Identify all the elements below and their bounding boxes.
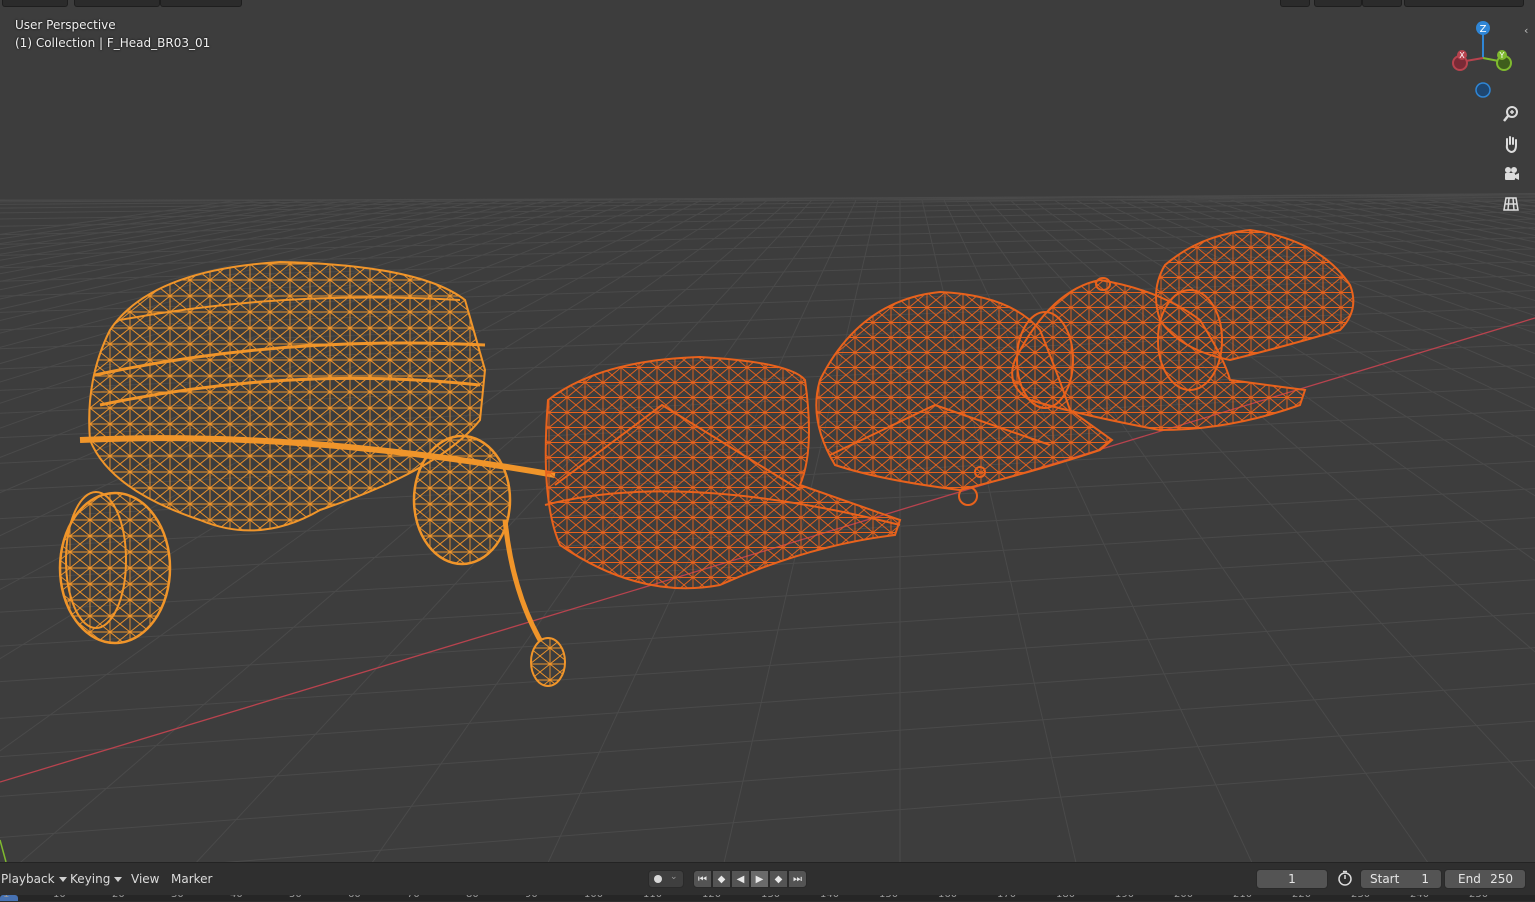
navigation-gizmo[interactable]: Z X Y: [1446, 18, 1522, 102]
play-icon[interactable]: ▶: [750, 870, 769, 888]
ruler-tick: 170: [997, 895, 1016, 900]
ruler-tick: 230: [1351, 895, 1370, 900]
next-keyframe-icon[interactable]: ◆: [769, 870, 788, 888]
hand-pan-icon[interactable]: [1499, 132, 1523, 156]
headset-helmet-wireframe[interactable]: [58, 260, 566, 687]
xray-toggle[interactable]: [1362, 0, 1402, 7]
svg-text:Z: Z: [1480, 24, 1487, 35]
ruler-tick: 160: [938, 895, 957, 900]
play-reverse-icon[interactable]: ◀: [731, 870, 750, 888]
keying-menu[interactable]: Keying: [70, 870, 124, 888]
view-name-label: User Perspective: [15, 18, 116, 32]
ruler-tick: 30: [171, 895, 184, 900]
prev-keyframe-icon[interactable]: ◆: [712, 870, 731, 888]
svg-text:X: X: [1459, 51, 1465, 60]
ruler-tick: 190: [1115, 895, 1134, 900]
shading-dropdown[interactable]: [1280, 0, 1310, 7]
view-menu-tab[interactable]: [74, 0, 160, 7]
ruler-tick: 150: [879, 895, 898, 900]
ruler-tick: 20: [112, 895, 125, 900]
ruler-tick: 70: [407, 895, 420, 900]
timeline-ruler[interactable]: 1102030405060708090100110120130140150160…: [0, 895, 1535, 901]
ruler-tick: 140: [820, 895, 839, 900]
jump-end-icon[interactable]: ⏭: [788, 870, 807, 888]
neg-z-handle: [1475, 82, 1491, 98]
ruler-tick: 220: [1292, 895, 1311, 900]
ruler-tick: 50: [289, 895, 302, 900]
ruler-tick: 1: [3, 895, 9, 900]
end-value: 250: [1490, 872, 1513, 886]
current-frame-field[interactable]: 1: [1256, 869, 1328, 889]
marker-menu[interactable]: Marker: [171, 870, 212, 888]
jump-start-icon[interactable]: ⏮: [693, 870, 712, 888]
3d-viewport[interactable]: User Perspective (1) Collection | F_Head…: [0, 0, 1535, 862]
start-label: Start: [1370, 872, 1400, 886]
auto-keying-toggle[interactable]: ⌄: [648, 870, 684, 888]
ruler-tick: 10: [53, 895, 66, 900]
ruler-tick: 80: [466, 895, 479, 900]
collection-label: (1) Collection | F_Head_BR03_01: [15, 36, 211, 50]
start-frame-field[interactable]: Start 1: [1360, 869, 1442, 889]
ruler-tick: 100: [584, 895, 603, 900]
ruler-tick: 200: [1174, 895, 1193, 900]
view-menu[interactable]: View: [131, 870, 159, 888]
shading-modes[interactable]: [1404, 0, 1524, 7]
stopwatch-icon[interactable]: [1337, 870, 1353, 886]
ruler-tick: 40: [230, 895, 243, 900]
ruler-tick: 210: [1233, 895, 1252, 900]
editor-type-tab[interactable]: [2, 0, 68, 7]
record-icon: [654, 875, 662, 883]
ruler-tick: 180: [1056, 895, 1075, 900]
scene-canvas[interactable]: [0, 0, 1535, 862]
ruler-tick: 240: [1410, 895, 1429, 900]
svg-text:Y: Y: [1499, 51, 1505, 60]
end-label: End: [1458, 872, 1481, 886]
ruler-tick: 120: [702, 895, 721, 900]
chevron-down-icon: ⌄: [670, 872, 678, 882]
overlay-toggle[interactable]: [1314, 0, 1362, 7]
end-frame-field[interactable]: End 250: [1444, 869, 1526, 889]
ruler-tick: 250: [1469, 895, 1488, 900]
ruler-tick: 90: [525, 895, 538, 900]
zoom-icon[interactable]: [1499, 102, 1523, 126]
start-value: 1: [1421, 872, 1429, 886]
ruler-tick: 60: [348, 895, 361, 900]
grid-icon[interactable]: [1499, 192, 1523, 216]
collapse-arrow-icon[interactable]: ‹: [1524, 24, 1528, 37]
ruler-tick: 110: [643, 895, 662, 900]
ruler-tick: 130: [761, 895, 780, 900]
select-menu-tab[interactable]: [160, 0, 242, 7]
playback-menu[interactable]: Playback: [1, 870, 69, 888]
camera-icon[interactable]: [1499, 162, 1523, 186]
